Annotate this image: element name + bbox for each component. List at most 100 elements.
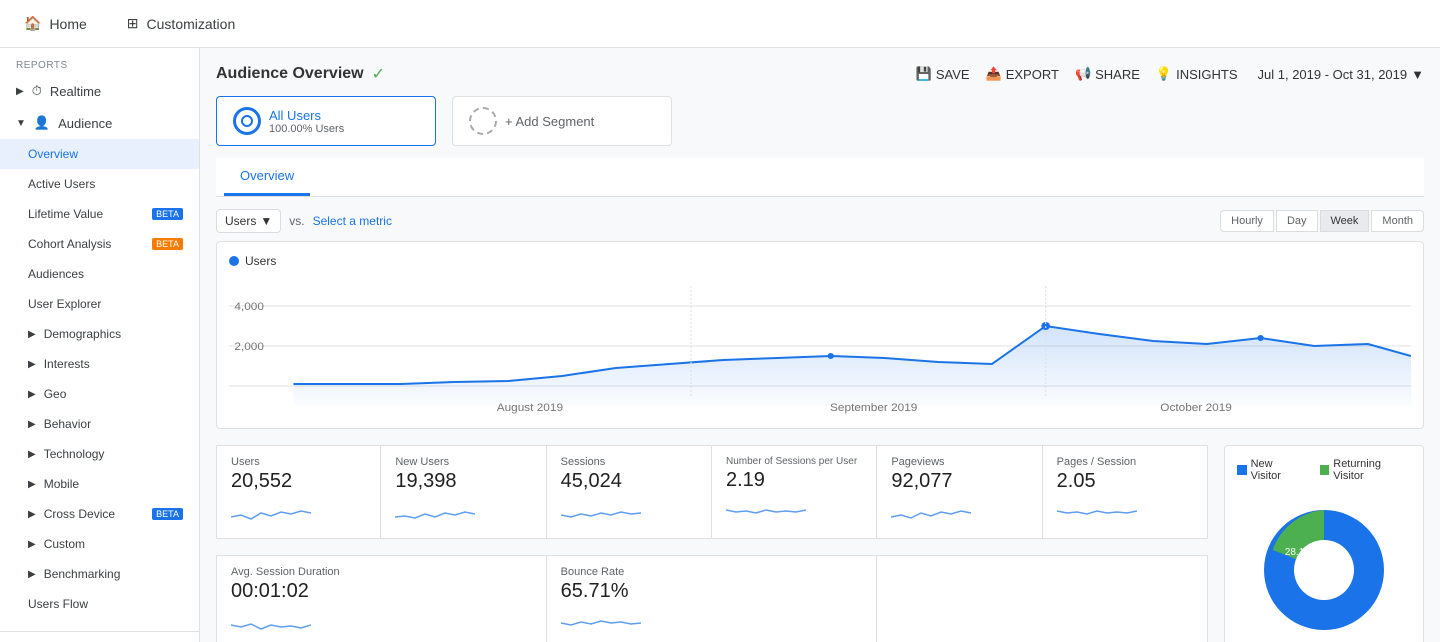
stat-pageviews: Pageviews 92,077 xyxy=(877,445,1042,539)
svg-text:August 2019: August 2019 xyxy=(497,402,563,414)
export-label: EXPORT xyxy=(1006,67,1059,82)
add-segment-label: + Add Segment xyxy=(505,114,594,129)
save-label: SAVE xyxy=(936,67,970,82)
page-title: Audience Overview xyxy=(216,65,364,83)
sessions-stat-value: 45,024 xyxy=(561,470,697,493)
chart-legend: Users xyxy=(229,254,1411,268)
sidebar-item-audience[interactable]: ▼ 👤 Audience xyxy=(0,107,199,139)
demographics-label: Demographics xyxy=(44,327,183,341)
chevron-right-demographics: ▶ xyxy=(28,329,36,340)
sidebar-item-user-explorer[interactable]: User Explorer xyxy=(0,289,199,319)
chevron-right-cross-device: ▶ xyxy=(28,509,36,520)
sidebar-item-overview[interactable]: Overview xyxy=(0,139,199,169)
pps-stat-label: Pages / Session xyxy=(1057,456,1193,468)
clock-icon: ⏱ xyxy=(32,83,42,99)
stat-avg-session: Avg. Session Duration 00:01:02 xyxy=(216,555,547,642)
tab-overview[interactable]: Overview xyxy=(224,158,310,196)
cross-device-beta-badge: BETA xyxy=(152,508,183,520)
chevron-right-benchmarking: ▶ xyxy=(28,569,36,580)
select-metric-link[interactable]: Select a metric xyxy=(313,214,392,228)
active-users-label: Active Users xyxy=(28,177,183,191)
sidebar-item-cohort-analysis[interactable]: Cohort Analysis BETA xyxy=(0,229,199,259)
sidebar-item-audiences[interactable]: Audiences xyxy=(0,259,199,289)
metric-dropdown[interactable]: Users ▼ xyxy=(216,209,281,233)
sidebar-item-active-users[interactable]: Active Users xyxy=(0,169,199,199)
stats-pie-row: Users 20,552 New Users 19,398 xyxy=(216,445,1424,642)
users-legend-dot xyxy=(229,256,239,266)
hourly-btn[interactable]: Hourly xyxy=(1220,210,1274,232)
sidebar-item-realtime[interactable]: ▶ ⏱ Realtime xyxy=(0,75,199,107)
user-explorer-label: User Explorer xyxy=(28,297,183,311)
grid-icon: ⊞ xyxy=(127,15,139,32)
save-button[interactable]: 💾 SAVE xyxy=(916,66,970,82)
share-button[interactable]: 📢 SHARE xyxy=(1075,66,1140,82)
lifetime-value-label: Lifetime Value xyxy=(28,207,140,221)
sidebar-item-benchmarking[interactable]: ▶ Benchmarking xyxy=(0,559,199,589)
sidebar-item-users-flow[interactable]: Users Flow xyxy=(0,589,199,619)
stat-sessions-per-user: Number of Sessions per User 2.19 xyxy=(712,445,877,539)
stat-bounce-rate: Bounce Rate 65.71% xyxy=(547,555,878,642)
sidebar-item-cross-device[interactable]: ▶ Cross Device BETA xyxy=(0,499,199,529)
date-range-selector[interactable]: Jul 1, 2019 - Oct 31, 2019 ▼ xyxy=(1258,67,1424,82)
stat-pages-session: Pages / Session 2.05 xyxy=(1043,445,1208,539)
sidebar-item-demographics[interactable]: ▶ Demographics xyxy=(0,319,199,349)
chevron-right-custom: ▶ xyxy=(28,539,36,550)
sidebar-item-custom[interactable]: ▶ Custom xyxy=(0,529,199,559)
sidebar-item-mobile[interactable]: ▶ Mobile xyxy=(0,469,199,499)
controls-row: Users ▼ vs. Select a metric Hourly Day W… xyxy=(216,209,1424,233)
geo-label: Geo xyxy=(44,387,183,401)
sidebar-reports-section: REPORTS ▶ ⏱ Realtime ▼ 👤 Audience Overvi… xyxy=(0,48,199,627)
month-btn[interactable]: Month xyxy=(1371,210,1424,232)
day-btn[interactable]: Day xyxy=(1276,210,1318,232)
reports-label: REPORTS xyxy=(0,56,199,75)
bounce-stat-label: Bounce Rate xyxy=(561,566,863,578)
new-users-stat-label: New Users xyxy=(395,456,531,468)
person-icon: 👤 xyxy=(34,115,50,131)
verified-icon: ✓ xyxy=(372,64,385,84)
top-navigation: 🏠 Home ⊞ Customization xyxy=(0,0,1440,48)
avg-session-stat-value: 00:01:02 xyxy=(231,580,532,603)
nav-customization[interactable]: ⊞ Customization xyxy=(119,15,243,32)
svg-text:4,000: 4,000 xyxy=(234,301,264,313)
svg-text:October 2019: October 2019 xyxy=(1160,402,1232,414)
chevron-right-geo: ▶ xyxy=(28,389,36,400)
sidebar-item-behavior[interactable]: ▶ Behavior xyxy=(0,409,199,439)
stat-users: Users 20,552 xyxy=(216,445,381,539)
metric-selector: Users ▼ vs. Select a metric xyxy=(216,209,392,233)
share-icon: 📢 xyxy=(1075,66,1091,82)
new-users-stat-value: 19,398 xyxy=(395,470,531,493)
chart-svg: 4,000 2,000 xyxy=(229,276,1411,416)
lifetime-beta-badge: BETA xyxy=(152,208,183,220)
technology-label: Technology xyxy=(44,447,183,461)
nav-home[interactable]: 🏠 Home xyxy=(16,15,95,32)
chevron-right-interests: ▶ xyxy=(28,359,36,370)
overview-label: Overview xyxy=(28,147,183,161)
add-segment-card[interactable]: + Add Segment xyxy=(452,96,672,146)
interests-label: Interests xyxy=(44,357,183,371)
week-btn[interactable]: Week xyxy=(1320,210,1370,232)
export-button[interactable]: 📤 EXPORT xyxy=(986,66,1059,82)
sidebar-item-technology[interactable]: ▶ Technology xyxy=(0,439,199,469)
add-segment-circle xyxy=(469,107,497,135)
realtime-label: Realtime xyxy=(50,84,183,99)
sidebar-item-geo[interactable]: ▶ Geo xyxy=(0,379,199,409)
sidebar-item-attribution[interactable]: ◈ Attribution BETA xyxy=(0,636,199,642)
sidebar-item-interests[interactable]: ▶ Interests xyxy=(0,349,199,379)
all-users-segment[interactable]: All Users 100.00% Users xyxy=(216,96,436,146)
stats-section: Users 20,552 New Users 19,398 xyxy=(216,445,1208,642)
vs-text: vs. xyxy=(289,214,304,228)
insights-button[interactable]: 💡 INSIGHTS xyxy=(1156,66,1238,82)
cohort-analysis-label: Cohort Analysis xyxy=(28,237,140,251)
chevron-down-icon: ▼ xyxy=(1411,67,1424,82)
segment-name: All Users xyxy=(269,108,344,123)
pie-chart-container: New Visitor Returning Visitor xyxy=(1224,445,1424,642)
sidebar-item-lifetime-value[interactable]: Lifetime Value BETA xyxy=(0,199,199,229)
users-stat-value: 20,552 xyxy=(231,470,366,493)
chevron-right-technology: ▶ xyxy=(28,449,36,460)
stats-grid-row2: Avg. Session Duration 00:01:02 Bounce Ra… xyxy=(216,555,1208,642)
stat-new-users: New Users 19,398 xyxy=(381,445,546,539)
chevron-right-behavior: ▶ xyxy=(28,419,36,430)
returning-visitor-dot xyxy=(1320,465,1330,475)
svg-text:28.1%: 28.1% xyxy=(1285,547,1313,558)
cross-device-label: Cross Device xyxy=(44,507,140,521)
